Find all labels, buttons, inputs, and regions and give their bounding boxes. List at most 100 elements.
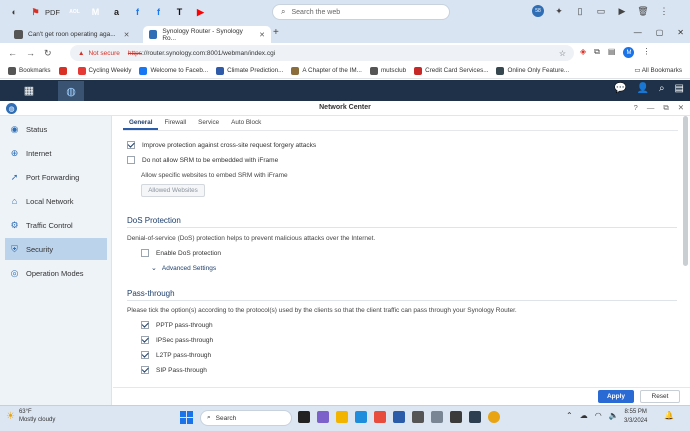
- tab-roon[interactable]: Can't get roon operating aga... ✕: [8, 26, 143, 43]
- aol-icon[interactable]: AOL: [68, 6, 81, 19]
- user-icon[interactable]: 👤: [636, 83, 648, 94]
- teams-icon[interactable]: [317, 411, 329, 423]
- avatar[interactable]: M: [623, 47, 635, 58]
- pocket-icon[interactable]: ◈: [580, 47, 586, 58]
- search-icon[interactable]: ⌕: [659, 83, 665, 94]
- reset-button[interactable]: Reset: [640, 390, 680, 403]
- store-icon[interactable]: [374, 411, 386, 423]
- phone-icon[interactable]: ▯: [574, 5, 586, 17]
- screen-icon[interactable]: ▭: [595, 5, 607, 17]
- widgets-icon[interactable]: ▤: [675, 83, 684, 94]
- help-icon[interactable]: ?: [634, 103, 638, 113]
- not-secure-label[interactable]: Not secure: [88, 50, 119, 57]
- play-icon[interactable]: ▶: [616, 5, 628, 17]
- file-explorer-icon[interactable]: [336, 411, 348, 423]
- maximize-icon[interactable]: ▢: [656, 28, 664, 37]
- close-icon[interactable]: ✕: [124, 31, 130, 39]
- bookmark-item[interactable]: Credit Card Services...: [414, 66, 488, 75]
- pass-through-checkbox[interactable]: [141, 351, 149, 359]
- pass-through-checkbox[interactable]: [141, 336, 149, 344]
- menu-icon[interactable]: ⋮: [642, 47, 650, 58]
- tab-firewall[interactable]: Firewall: [158, 116, 192, 130]
- volume-icon[interactable]: 🔈: [609, 411, 619, 420]
- pass-through-option[interactable]: L2TP pass-through: [141, 351, 211, 359]
- nyt-icon[interactable]: T: [173, 6, 186, 19]
- iframe-option[interactable]: Do not allow SRM to be embedded with iFr…: [127, 156, 278, 164]
- bookmark-item[interactable]: Cycling Weekly: [77, 66, 131, 75]
- network-center-app-icon[interactable]: ◍: [58, 81, 84, 101]
- pass-through-option[interactable]: SIP Pass-through: [141, 366, 207, 374]
- all-bookmarks[interactable]: ▭ All Bookmarks: [634, 67, 682, 74]
- sidebar-item-internet[interactable]: ⊕ Internet: [0, 142, 112, 164]
- scrollbar[interactable]: [683, 116, 688, 266]
- menu-icon[interactable]: ⋮: [658, 5, 670, 17]
- dell-icon[interactable]: [412, 411, 424, 423]
- tab-general[interactable]: General: [123, 116, 159, 130]
- extension-label[interactable]: PDF: [45, 8, 60, 17]
- extension-badge-icon[interactable]: 58: [532, 5, 544, 17]
- chevron-up-icon[interactable]: ⌃: [566, 411, 573, 420]
- facebook-icon-2[interactable]: f: [152, 6, 165, 19]
- taskbar-search[interactable]: ⌕ Search: [200, 410, 292, 426]
- forgery-checkbox[interactable]: [127, 141, 135, 149]
- chrome-icon[interactable]: [488, 411, 500, 423]
- forgery-option[interactable]: Improve protection against cross-site re…: [127, 141, 316, 149]
- web-search-box[interactable]: ⌕ Search the web: [272, 4, 450, 20]
- address-bar[interactable]: ▲ Not secure https ://router.synology.co…: [70, 45, 574, 61]
- allowed-websites-button[interactable]: Allowed Websites: [141, 184, 205, 197]
- sidebar-item-port-forwarding[interactable]: ➚ Port Forwarding: [0, 166, 112, 188]
- cloud-icon[interactable]: ☁: [580, 411, 588, 420]
- sidebar-item-local-network[interactable]: ⌂ Local Network: [0, 190, 112, 212]
- maximize-icon[interactable]: ⧉: [663, 103, 668, 113]
- pass-through-checkbox[interactable]: [141, 366, 149, 374]
- youtube-icon[interactable]: ▶: [194, 6, 207, 19]
- weather-widget[interactable]: ☀ 63°F Mostly cloudy: [6, 408, 55, 424]
- media-icon[interactable]: ◐: [8, 6, 21, 19]
- notifications-icon[interactable]: 💬: [614, 83, 626, 94]
- tab-auto-block[interactable]: Auto Block: [225, 116, 267, 130]
- pass-through-checkbox[interactable]: [141, 321, 149, 329]
- tab-synology[interactable]: Synology Router - Synology Ro... ✕: [143, 26, 271, 43]
- trash-icon[interactable]: 🗑: [637, 5, 649, 17]
- gmail-icon[interactable]: M: [89, 6, 102, 19]
- dos-option[interactable]: Enable DoS protection: [141, 249, 221, 257]
- close-icon[interactable]: ✕: [678, 103, 684, 113]
- clock[interactable]: 8:55 PM 3/3/2024: [624, 408, 647, 426]
- forward-icon[interactable]: →: [26, 48, 36, 58]
- media-app-icon[interactable]: [450, 411, 462, 423]
- bookmark-item[interactable]: A Chapter of the IM...: [291, 66, 362, 75]
- copilot-icon[interactable]: ✦: [553, 5, 565, 17]
- facebook-icon[interactable]: f: [131, 6, 144, 19]
- main-menu-icon[interactable]: ▦: [22, 83, 36, 97]
- start-button-icon[interactable]: [180, 411, 193, 424]
- reload-icon[interactable]: ↻: [44, 48, 54, 59]
- edge-icon[interactable]: [355, 411, 367, 423]
- pass-through-option[interactable]: IPSec pass-through: [141, 336, 213, 344]
- task-view-icon[interactable]: [298, 411, 310, 423]
- close-icon[interactable]: ✕: [259, 31, 265, 39]
- notification-bell-icon[interactable]: 🔔: [664, 411, 674, 420]
- apply-button[interactable]: Apply: [598, 390, 634, 403]
- sidebar-item-operation-modes[interactable]: ◎ Operation Modes: [0, 262, 112, 284]
- sidebar-item-traffic-control[interactable]: ⚙ Traffic Control: [0, 214, 112, 236]
- tab-service[interactable]: Service: [192, 116, 225, 130]
- minimize-icon[interactable]: —: [634, 28, 642, 37]
- iframe-checkbox[interactable]: [127, 156, 135, 164]
- bookmark-item[interactable]: mutsclub: [369, 66, 406, 75]
- minimize-icon[interactable]: —: [647, 103, 655, 113]
- mail-icon[interactable]: [393, 411, 405, 423]
- pass-through-option[interactable]: PPTP pass-through: [141, 321, 213, 329]
- bookmark-item[interactable]: Welcome to Faceb...: [139, 66, 208, 75]
- amazon-icon[interactable]: a: [110, 6, 123, 19]
- bookmark-item[interactable]: Online Only Feature...: [496, 66, 569, 75]
- bookmark-star-icon[interactable]: ☆: [559, 49, 566, 58]
- sidebar-item-security[interactable]: ⛨ Security: [5, 238, 107, 260]
- reading-list-icon[interactable]: ▤: [608, 47, 616, 58]
- sidebar-item-status[interactable]: ◉ Status: [0, 118, 112, 140]
- bookmark-item[interactable]: Climate Prediction...: [216, 66, 283, 75]
- dos-checkbox[interactable]: [141, 249, 149, 257]
- bookmark-item[interactable]: Bookmarks: [8, 66, 51, 75]
- advanced-settings-toggle[interactable]: ⌄ Advanced Settings: [151, 264, 216, 273]
- new-tab-icon[interactable]: +: [273, 27, 279, 38]
- app-icon[interactable]: [469, 411, 481, 423]
